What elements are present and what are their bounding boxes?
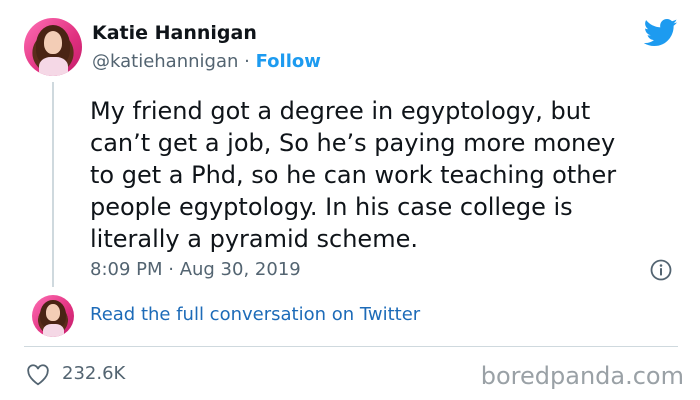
author-name[interactable]: Katie Hannigan [92,22,257,44]
twitter-bird-icon[interactable] [644,18,678,48]
like-count: 232.6K [62,363,126,384]
watermark: boredpanda.com [480,362,684,390]
author-handle-row: @katiehannigan · Follow [92,51,321,72]
info-icon[interactable] [650,259,672,281]
handle-separator: · [244,51,250,72]
heart-icon[interactable] [26,364,50,386]
read-conversation-link[interactable]: Read the full conversation on Twitter [90,304,420,325]
avatar-face [46,304,60,322]
avatar-shirt [38,57,68,76]
author-avatar[interactable] [24,18,82,76]
tweet-timestamp[interactable]: 8:09 PM · Aug 30, 2019 [90,259,301,280]
follow-button[interactable]: Follow [256,51,321,72]
conversation-avatar[interactable] [32,295,74,337]
tweet-text: My friend got a degree in egyptology, bu… [90,97,617,253]
author-handle[interactable]: @katiehannigan [92,51,238,72]
divider [24,346,678,347]
avatar-shirt [42,323,64,337]
avatar-face [43,30,63,54]
thread-line [52,82,54,287]
